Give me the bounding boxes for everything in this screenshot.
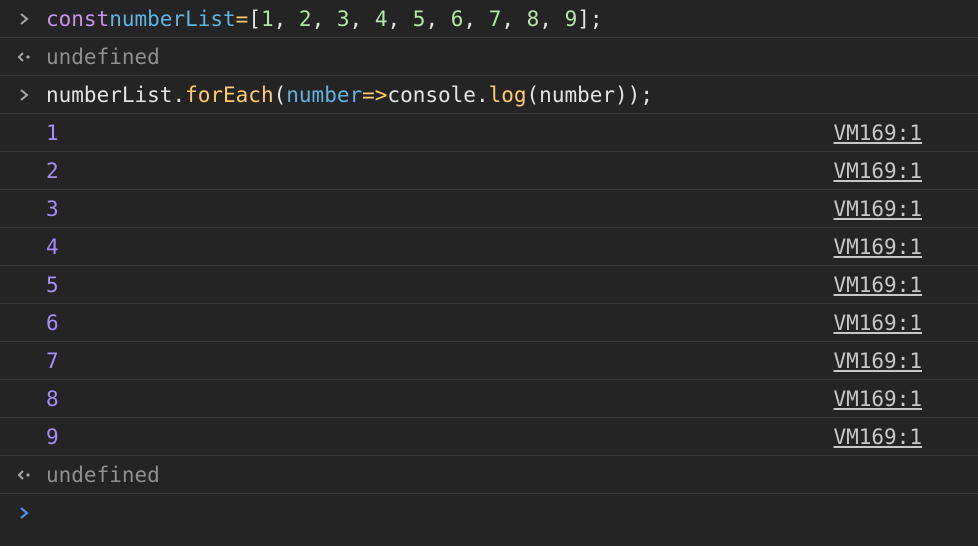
devtools-console: const numberList = [1, 2, 3, 4, 5, 6, 7,… (0, 0, 978, 546)
method-foreach: forEach (185, 82, 274, 107)
result-value: undefined (46, 462, 160, 487)
comma: , (463, 6, 489, 31)
source-link[interactable]: VM169:1 (833, 380, 922, 417)
log-output-row: 7 VM169:1 (0, 342, 978, 380)
console-result-row: undefined (0, 456, 978, 494)
log-value: 3 (46, 196, 59, 221)
chevron-right-icon (12, 76, 36, 113)
code-line: numberList. forEach(number => console. log… (46, 76, 653, 113)
return-arrow-icon (12, 456, 36, 493)
bracket-close: ]; (577, 6, 603, 31)
identifier-numberlist: numberList (109, 6, 236, 31)
console-prompt-row[interactable] (0, 494, 978, 532)
log-value: 4 (46, 234, 59, 259)
number-literal: 3 (336, 6, 350, 31)
log-output-list: 1 VM169:1 2 VM169:1 3 VM169:1 4 VM169:1 5 VM1… (0, 114, 978, 456)
log-output-row: 6 VM169:1 (0, 304, 978, 342)
arrow-operator: => (362, 82, 388, 107)
number-literal: 8 (526, 6, 540, 31)
comma: , (311, 6, 337, 31)
chevron-right-icon (12, 494, 36, 531)
log-value: 7 (46, 348, 59, 373)
source-link[interactable]: VM169:1 (833, 114, 922, 151)
log-value: 2 (46, 158, 59, 183)
identifier-console: console (387, 82, 476, 107)
call-args: (number)); (526, 82, 653, 107)
log-value: 8 (46, 386, 59, 411)
number-literal: 9 (564, 6, 578, 31)
number-literal: 5 (412, 6, 426, 31)
log-output-row: 3 VM169:1 (0, 190, 978, 228)
source-link[interactable]: VM169:1 (833, 266, 922, 303)
chevron-right-icon (12, 0, 36, 37)
comma: , (501, 6, 527, 31)
log-value: 6 (46, 310, 59, 335)
number-literal: 2 (298, 6, 312, 31)
comma: , (425, 6, 451, 31)
source-link[interactable]: VM169:1 (833, 342, 922, 379)
source-link[interactable]: VM169:1 (833, 190, 922, 227)
comma: , (539, 6, 565, 31)
dot: . (172, 82, 186, 107)
log-output-row: 5 VM169:1 (0, 266, 978, 304)
dot: . (475, 82, 489, 107)
number-literals: 1, 2, 3, 4, 5, 6, 7, 8, 9 (261, 7, 577, 31)
bracket-open: [ (248, 6, 261, 31)
identifier-numberlist: numberList (46, 82, 173, 107)
source-link[interactable]: VM169:1 (833, 304, 922, 341)
log-value: 5 (46, 272, 59, 297)
log-output-row: 4 VM169:1 (0, 228, 978, 266)
log-output-row: 2 VM169:1 (0, 152, 978, 190)
number-literal: 7 (488, 6, 502, 31)
source-link[interactable]: VM169:1 (833, 228, 922, 265)
comma: , (273, 6, 299, 31)
result-value: undefined (46, 44, 160, 69)
console-input-row: numberList. forEach(number => console. log… (0, 76, 978, 114)
console-input-row: const numberList = [1, 2, 3, 4, 5, 6, 7,… (0, 0, 978, 38)
log-output-row: 8 VM169:1 (0, 380, 978, 418)
number-literal: 4 (374, 6, 388, 31)
param-number: number (286, 82, 363, 107)
keyword-const: const (46, 6, 110, 31)
comma: , (387, 6, 413, 31)
comma: , (349, 6, 375, 31)
log-output-row: 1 VM169:1 (0, 114, 978, 152)
log-value: 9 (46, 424, 59, 449)
number-literal: 6 (450, 6, 464, 31)
paren-open: ( (273, 82, 287, 107)
assign-operator: = (235, 6, 249, 31)
source-link[interactable]: VM169:1 (833, 152, 922, 189)
return-arrow-icon (12, 38, 36, 75)
log-value: 1 (46, 120, 59, 145)
source-link[interactable]: VM169:1 (833, 418, 922, 455)
method-log: log (488, 82, 527, 107)
console-result-row: undefined (0, 38, 978, 76)
log-output-row: 9 VM169:1 (0, 418, 978, 456)
number-literal: 1 (260, 6, 274, 31)
code-line: const numberList = [1, 2, 3, 4, 5, 6, 7,… (46, 0, 603, 37)
